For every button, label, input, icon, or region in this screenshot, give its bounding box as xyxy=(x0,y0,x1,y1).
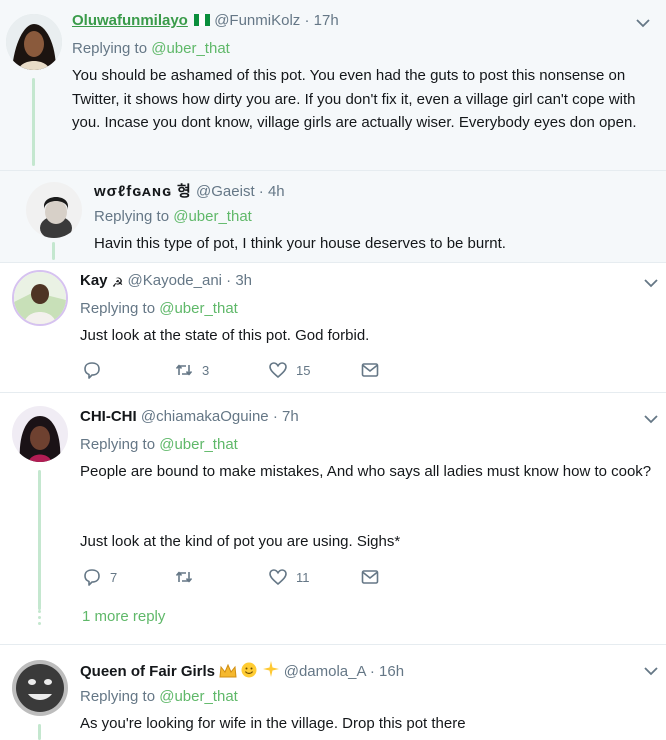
avatar[interactable] xyxy=(6,14,62,70)
tweet-header: CHI-CHI @chiamakaOguine · 7h xyxy=(80,408,299,425)
tweet-wolfgang[interactable]: ᴡσℓfɢᴀɴɢ 형 @Gaeist · 4h Replying to @ube… xyxy=(0,170,666,262)
tweet-text: Havin this type of pot, I think your hou… xyxy=(94,235,506,252)
like-count: 15 xyxy=(296,362,311,378)
hammer-sickle-icon: ☭ xyxy=(111,275,124,290)
tweet-header: ᴡσℓfɢᴀɴɢ 형 @Gaeist · 4h xyxy=(94,183,285,200)
user-handle[interactable]: @chiamakaOguine xyxy=(141,408,269,425)
divider xyxy=(0,392,666,393)
tweet-text: As you're looking for wife in the villag… xyxy=(80,715,466,732)
reply-count: 7 xyxy=(110,569,118,585)
tweet-header: Queen of Fair Girls @damola_A · 16h xyxy=(80,660,404,680)
like-button[interactable]: 15 xyxy=(268,360,310,380)
replying-to: Replying to @uber_that xyxy=(80,688,238,705)
avatar[interactable] xyxy=(12,660,68,716)
direct-message-button[interactable] xyxy=(360,360,380,380)
tweet-text-paragraph-2: Just look at the kind of pot you are usi… xyxy=(80,533,401,550)
nigeria-flag-icon xyxy=(194,13,211,26)
retweet-icon xyxy=(175,364,193,376)
replying-to: Replying to @uber_that xyxy=(80,436,238,453)
sparkles-icon xyxy=(262,661,279,677)
avatar[interactable] xyxy=(12,406,68,462)
thread-line xyxy=(52,242,55,260)
timestamp[interactable]: 4h xyxy=(268,183,285,200)
tweet-text: You should be ashamed of this pot. You e… xyxy=(72,67,637,131)
timestamp[interactable]: 16h xyxy=(379,663,404,680)
avatar[interactable] xyxy=(26,182,82,238)
tweet-text: People are bound to make mistakes, And w… xyxy=(80,463,652,480)
thread-line xyxy=(38,724,41,740)
chevron-down-icon[interactable] xyxy=(636,18,650,28)
timestamp[interactable]: 7h xyxy=(282,408,299,425)
tweet-chichi[interactable]: CHI-CHI @chiamakaOguine · 7h Replying to… xyxy=(0,392,666,644)
retweet-button[interactable]: 3 xyxy=(174,360,209,380)
replying-to: Replying to @uber_that xyxy=(80,300,238,317)
tweet-actions: 7 11 xyxy=(80,567,480,591)
heart-icon xyxy=(269,569,287,586)
direct-message-button[interactable] xyxy=(360,567,380,587)
tweet-text: Just look at the state of this pot. God … xyxy=(80,327,370,344)
reply-target-link[interactable]: @uber_that xyxy=(159,436,238,453)
timestamp[interactable]: 17h xyxy=(314,12,339,29)
replying-to: Replying to @uber_that xyxy=(72,40,230,57)
tweet-kay[interactable]: Kay ☭ @Kayode_ani · 3h Replying to @uber… xyxy=(0,262,666,392)
user-handle[interactable]: @damola_A xyxy=(284,663,366,680)
display-name[interactable]: Oluwafunmilayo xyxy=(72,12,188,29)
reply-button[interactable] xyxy=(82,360,110,380)
retweet-button[interactable] xyxy=(174,567,202,587)
user-handle[interactable]: @Kayode_ani xyxy=(128,272,222,289)
avatar[interactable] xyxy=(12,270,68,326)
user-handle[interactable]: @Gaeist xyxy=(196,183,255,200)
like-count: 11 xyxy=(296,569,310,585)
divider xyxy=(0,262,666,263)
user-handle[interactable]: @FunmiKolz xyxy=(214,12,300,29)
crown-icon xyxy=(219,664,237,678)
thread-line xyxy=(32,78,35,166)
timestamp[interactable]: 3h xyxy=(235,272,252,289)
reply-target-link[interactable]: @uber_that xyxy=(159,688,238,705)
envelope-icon xyxy=(361,570,379,584)
tweet-queen-of-fair-girls[interactable]: Queen of Fair Girls @damola_A · 16h Repl… xyxy=(0,644,666,740)
reply-target-link[interactable]: @uber_that xyxy=(151,40,230,57)
reply-button[interactable]: 7 xyxy=(82,567,117,587)
reply-target-link[interactable]: @uber_that xyxy=(173,208,252,225)
divider xyxy=(0,170,666,171)
tweet-oluwafunmilayo[interactable]: Oluwafunmilayo @FunmiKolz · 17h Replying… xyxy=(0,0,666,170)
retweet-icon xyxy=(175,571,193,583)
reply-icon xyxy=(84,569,100,586)
smiley-icon xyxy=(241,662,257,678)
reply-target-link[interactable]: @uber_that xyxy=(159,300,238,317)
divider xyxy=(0,644,666,645)
tweet-header: Oluwafunmilayo @FunmiKolz · 17h xyxy=(72,12,339,29)
envelope-icon xyxy=(361,363,379,377)
thread-dots xyxy=(38,610,42,628)
heart-icon xyxy=(269,362,287,379)
thread-line xyxy=(38,470,41,610)
display-name[interactable]: Kay xyxy=(80,272,108,289)
tweet-actions: 3 15 xyxy=(80,360,480,384)
display-name[interactable]: CHI-CHI xyxy=(80,408,137,425)
chevron-down-icon[interactable] xyxy=(644,278,658,288)
display-name[interactable]: Queen of Fair Girls xyxy=(80,663,215,680)
reply-icon xyxy=(84,362,100,379)
display-name[interactable]: ᴡσℓfɢᴀɴɢ 형 xyxy=(94,183,192,200)
replying-to: Replying to @uber_that xyxy=(94,208,252,225)
tweet-header: Kay ☭ @Kayode_ani · 3h xyxy=(80,272,253,290)
chevron-down-icon[interactable] xyxy=(644,414,658,424)
like-button[interactable]: 11 xyxy=(268,567,310,587)
show-more-replies-link[interactable]: 1 more reply xyxy=(82,608,165,625)
chevron-down-icon[interactable] xyxy=(644,666,658,676)
retweet-count: 3 xyxy=(202,362,210,378)
